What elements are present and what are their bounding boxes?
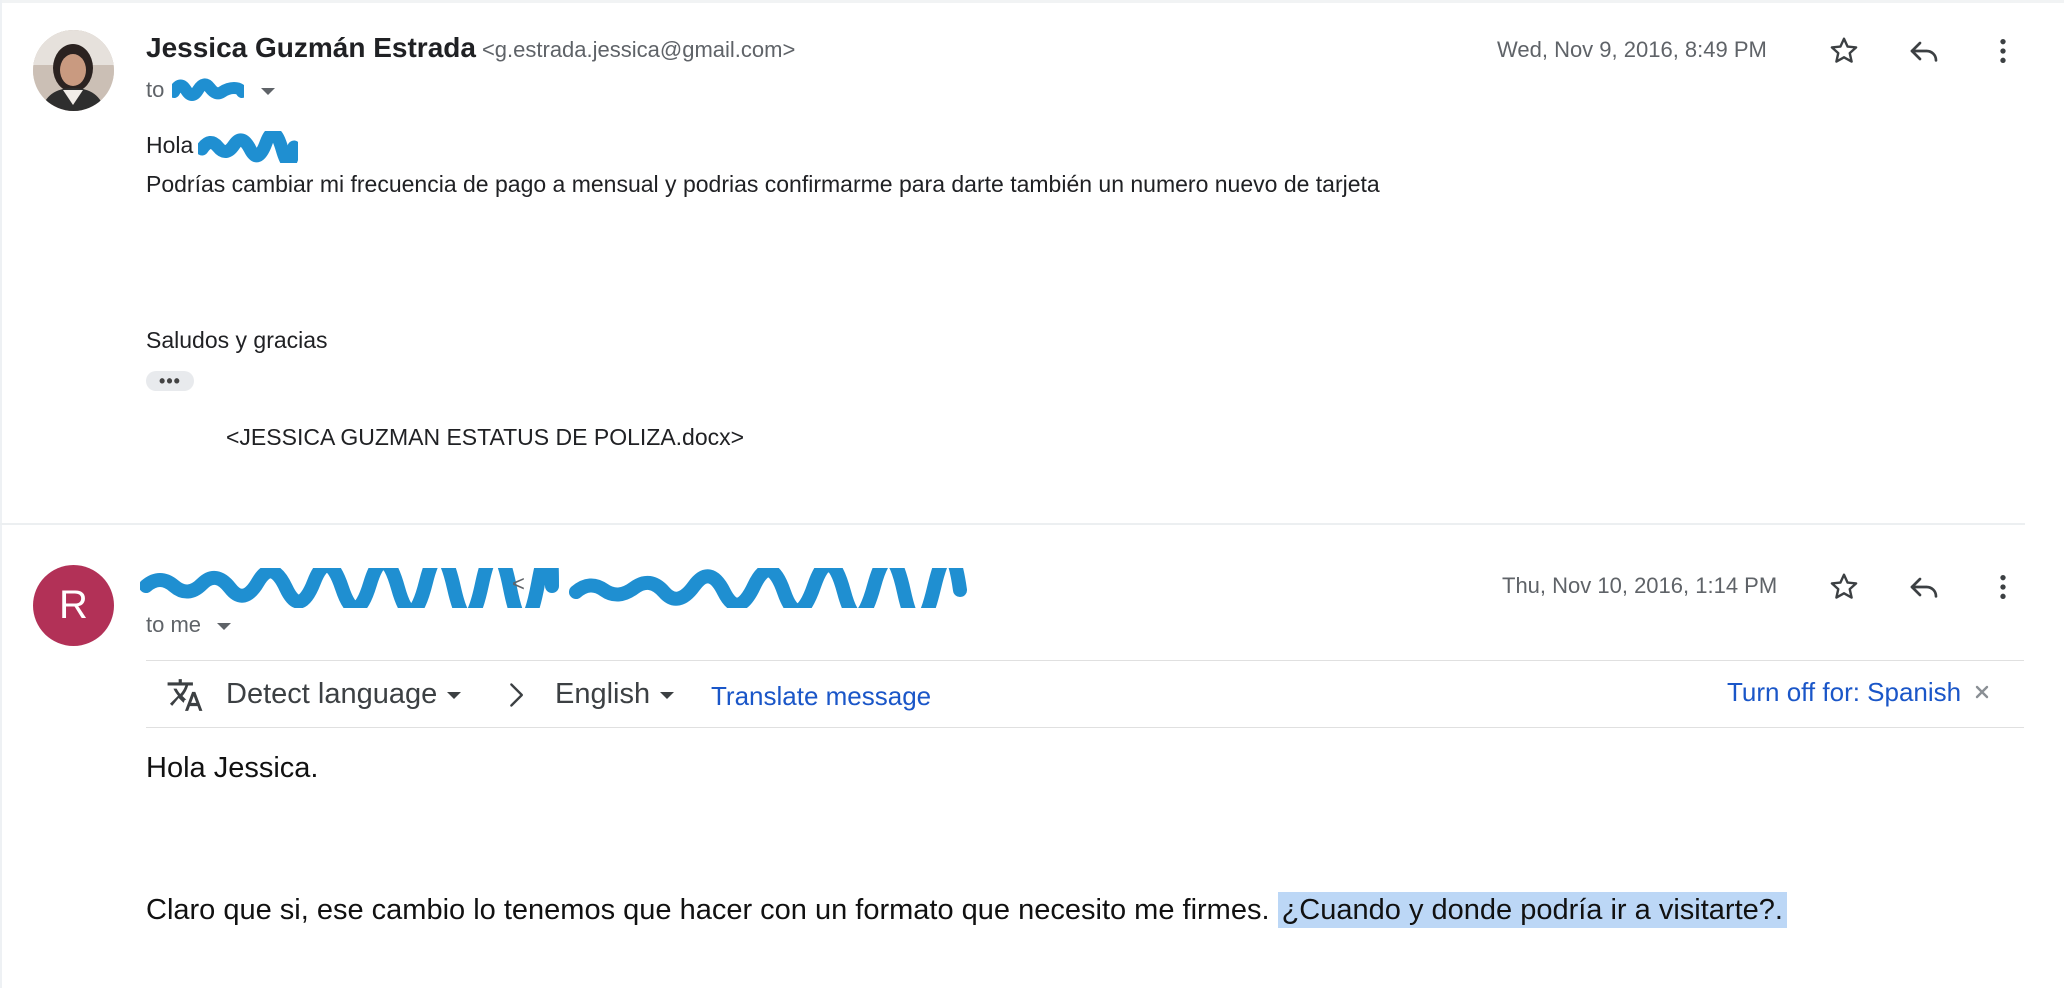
more-vert-icon[interactable] <box>1981 565 2025 609</box>
sender-name[interactable]: Jessica Guzmán Estrada <box>146 32 476 63</box>
recipient-line[interactable]: to <box>146 76 275 106</box>
reply-body-text: Claro que si, ese cambio lo tenemos que … <box>146 894 1270 926</box>
source-language-select[interactable]: Detect language <box>226 678 462 711</box>
sender-email-bracket: < <box>512 571 525 596</box>
sender-line <box>139 540 970 630</box>
sender-avatar[interactable]: R <box>33 565 114 646</box>
reply-icon[interactable] <box>1902 565 1946 609</box>
to-label: to <box>146 76 165 102</box>
left-border <box>0 0 2 988</box>
sender-line: Jessica Guzmán Estrada <g.estrada.jessica… <box>146 32 795 64</box>
recipient-line[interactable]: to me <box>146 612 232 638</box>
message-body: Podrías cambiar mi frecuencia de pago a … <box>146 171 1380 197</box>
reply-body: Claro que si, ese cambio lo tenemos que … <box>146 892 1787 928</box>
reply-icon[interactable] <box>1902 29 1946 73</box>
message-date: Thu, Nov 10, 2016, 1:14 PM <box>1502 573 1778 598</box>
redaction-mark <box>168 78 249 101</box>
redaction-mark <box>195 127 301 169</box>
attachment-name[interactable]: <JESSICA GUZMAN ESTATUS DE POLIZA.docx> <box>226 424 744 451</box>
show-trimmed-button[interactable]: ••• <box>146 371 194 391</box>
turn-off-translation-link[interactable]: Turn off for: Spanish <box>1727 677 1961 708</box>
chevron-down-icon <box>447 691 462 699</box>
chevron-down-icon <box>660 691 675 699</box>
selected-text-highlight: ¿Cuando y donde podría ir a visitarte?. <box>1277 892 1787 928</box>
chevron-down-icon[interactable] <box>217 622 232 630</box>
target-language-label: English <box>555 678 651 710</box>
target-language-select[interactable]: English <box>555 678 675 711</box>
reply-greeting: Hola Jessica. <box>146 752 319 784</box>
message-divider <box>0 523 2025 525</box>
top-border <box>0 0 2064 3</box>
translate-message-link[interactable]: Translate message <box>711 681 931 712</box>
star-icon[interactable] <box>1822 29 1866 73</box>
greeting-line: Hola <box>146 127 301 169</box>
greeting-text: Hola <box>146 132 194 159</box>
close-icon[interactable] <box>1970 680 1994 704</box>
chevron-right-icon <box>494 673 538 717</box>
translate-icon <box>163 673 207 717</box>
star-icon[interactable] <box>1822 565 1866 609</box>
source-language-label: Detect language <box>226 678 438 710</box>
sender-avatar[interactable] <box>33 30 114 111</box>
sender-email: <g.estrada.jessica@gmail.com> <box>481 37 796 62</box>
redaction-mark <box>139 540 967 630</box>
translate-bar-top-rule <box>146 660 2024 661</box>
to-me-label: to me <box>146 612 202 637</box>
chevron-down-icon[interactable] <box>260 87 275 95</box>
message-date: Wed, Nov 9, 2016, 8:49 PM <box>1497 37 1767 62</box>
more-vert-icon[interactable] <box>1981 29 2025 73</box>
translate-bar-bottom-rule <box>146 727 2024 728</box>
signoff: Saludos y gracias <box>146 327 328 353</box>
